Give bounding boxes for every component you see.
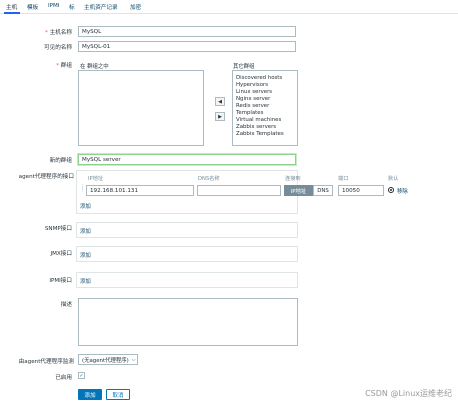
active-tab-indicator — [4, 12, 20, 14]
monitored-by-proxy-label: 由agent代理程序监测 — [18, 359, 74, 365]
remove-group-button[interactable]: ▶ — [215, 112, 225, 121]
list-item[interactable]: Nginx server — [236, 96, 270, 102]
tab-ipmi[interactable]: IPMI — [48, 3, 60, 9]
visible-name-input[interactable]: MySQL-01 — [78, 41, 296, 52]
visible-name-label: 可见的名称 — [44, 45, 72, 51]
list-item[interactable]: Virtual machines — [236, 117, 281, 123]
list-item[interactable]: Linux servers — [236, 89, 272, 95]
connect-dns-toggle[interactable]: DNS — [313, 185, 333, 196]
connect-ip-toggle[interactable]: IP地址 — [284, 185, 313, 196]
add-agent-interface-link[interactable]: 添加 — [80, 202, 91, 210]
tab-tags[interactable]: 标 — [69, 3, 75, 11]
drag-handle-icon[interactable]: ⋮ ⋮ — [80, 185, 85, 195]
proxy-select[interactable]: (无agent代理程序) ⌵ — [78, 354, 138, 365]
check-icon: ✓ — [79, 372, 84, 379]
host-name-input[interactable]: MySQL — [78, 26, 296, 37]
agent-port-input[interactable]: 10050 — [338, 185, 384, 196]
remove-interface-link[interactable]: 移除 — [397, 187, 408, 195]
chevron-down-icon: ⌵ — [131, 356, 136, 363]
tab-bar: 主机 模板 IPMI 标 主机资产记录 加密 — [0, 0, 458, 14]
list-item[interactable]: Discovered hosts — [236, 75, 282, 81]
snmp-interfaces-panel — [76, 222, 298, 238]
enabled-checkbox[interactable]: ✓ — [78, 372, 85, 379]
default-column-header: 默认 — [388, 176, 399, 182]
port-column-header: 端口 — [338, 176, 349, 182]
enabled-label: 已启用 — [55, 375, 72, 381]
new-group-input[interactable]: MySQL server — [78, 154, 296, 165]
snmp-label: SNMP接口 — [44, 226, 72, 232]
host-name-label: * 主机名称 — [45, 30, 72, 36]
add-jmx-interface-link[interactable]: 添加 — [80, 251, 91, 259]
new-group-label: 新的群组 — [49, 158, 72, 164]
ip-column-header: IP地址 — [88, 176, 104, 182]
arrow-left-icon: ◀ — [218, 98, 222, 105]
arrow-right-icon: ▶ — [218, 113, 222, 120]
add-ipmi-interface-link[interactable]: 添加 — [80, 277, 91, 285]
groups-label: * 群组 — [56, 63, 72, 69]
list-item[interactable]: Zabbix Templates — [236, 131, 284, 137]
tab-encryption[interactable]: 加密 — [130, 3, 141, 11]
connect-column-header: 连接到 — [285, 176, 301, 182]
in-groups-label: 在 群组之中 — [80, 64, 109, 70]
agent-ip-input[interactable]: 192.168.101.131 — [86, 185, 194, 196]
default-interface-radio[interactable] — [388, 187, 394, 193]
list-item[interactable]: Redis server — [236, 103, 269, 109]
tab-inventory[interactable]: 主机资产记录 — [84, 3, 118, 11]
in-groups-listbox[interactable] — [78, 70, 204, 146]
agent-dns-input[interactable] — [197, 185, 281, 196]
cancel-button[interactable]: 取消 — [106, 389, 130, 400]
agent-interfaces-label: agent代理程序的接口 — [18, 174, 74, 180]
description-label: 描述 — [60, 302, 72, 308]
list-item[interactable]: Templates — [236, 110, 263, 116]
list-item[interactable]: Zabbix servers — [236, 124, 276, 130]
ipmi-label: IPMI接口 — [49, 278, 72, 284]
other-groups-listbox[interactable]: Discovered hosts Hypervisors Linux serve… — [232, 70, 298, 146]
description-textarea[interactable] — [78, 298, 298, 346]
other-groups-label: 其它群组 — [233, 64, 255, 70]
tab-templates[interactable]: 模板 — [27, 3, 38, 11]
add-button[interactable]: 添加 — [78, 389, 102, 400]
add-snmp-interface-link[interactable]: 添加 — [80, 227, 91, 235]
jmx-interfaces-panel — [76, 246, 298, 262]
list-item[interactable]: Hypervisors — [236, 82, 268, 88]
dns-column-header: DNS名称 — [198, 176, 220, 182]
jmx-label: JMX接口 — [50, 251, 73, 257]
watermark: CSDN @Linux运维老纪 — [365, 389, 452, 398]
ipmi-interfaces-panel — [76, 272, 298, 288]
proxy-select-value: (无agent代理程序) — [82, 357, 129, 364]
add-group-button[interactable]: ◀ — [215, 97, 225, 106]
tab-host[interactable]: 主机 — [6, 3, 17, 11]
